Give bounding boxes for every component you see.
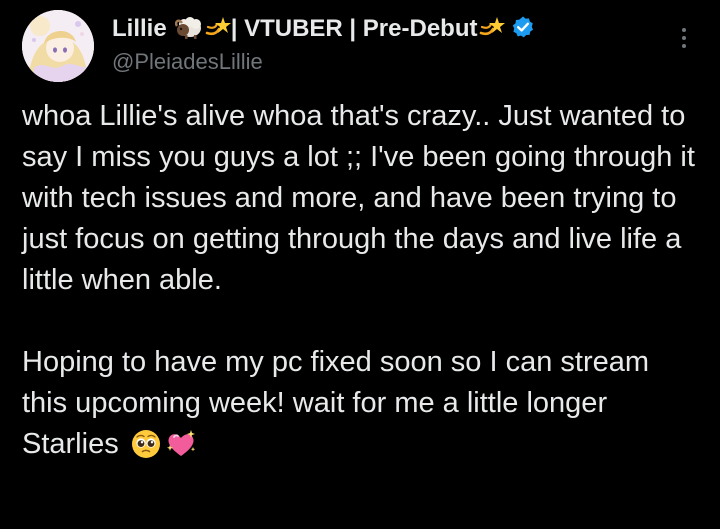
more-dot	[682, 36, 686, 40]
display-name-start[interactable]: Lillie	[112, 15, 167, 43]
avatar-image	[22, 10, 94, 82]
display-name-middle[interactable]: | VTUBER | Pre-Debut	[231, 15, 478, 43]
tweet-card: Lillie | VTUBER | Pre-Debut @PleiadesLil…	[0, 0, 720, 529]
pleading-face-icon	[131, 429, 161, 471]
handle[interactable]: @PleiadesLillie	[112, 49, 660, 75]
more-vertical-icon[interactable]	[670, 24, 698, 52]
more-dot	[682, 44, 686, 48]
tweet-paragraph-2-text: Hoping to have my pc fixed soon so I can…	[22, 346, 650, 460]
shooting-star-icon	[205, 15, 231, 44]
tweet-paragraph-1: whoa Lillie's alive whoa that's crazy.. …	[22, 100, 695, 296]
verified-badge-icon[interactable]	[511, 15, 535, 44]
avatar[interactable]	[22, 10, 94, 82]
shooting-star-icon	[479, 15, 506, 44]
tweet-text: whoa Lillie's alive whoa that's crazy.. …	[22, 96, 702, 471]
display-name-row: Lillie | VTUBER | Pre-Debut	[112, 12, 660, 46]
ram-icon	[174, 15, 203, 44]
more-dot	[682, 28, 686, 32]
sparkling-heart-icon	[165, 429, 197, 471]
tweet-header: Lillie | VTUBER | Pre-Debut @PleiadesLil…	[112, 12, 660, 75]
tweet-paragraph-2: Hoping to have my pc fixed soon so I can…	[22, 342, 702, 471]
